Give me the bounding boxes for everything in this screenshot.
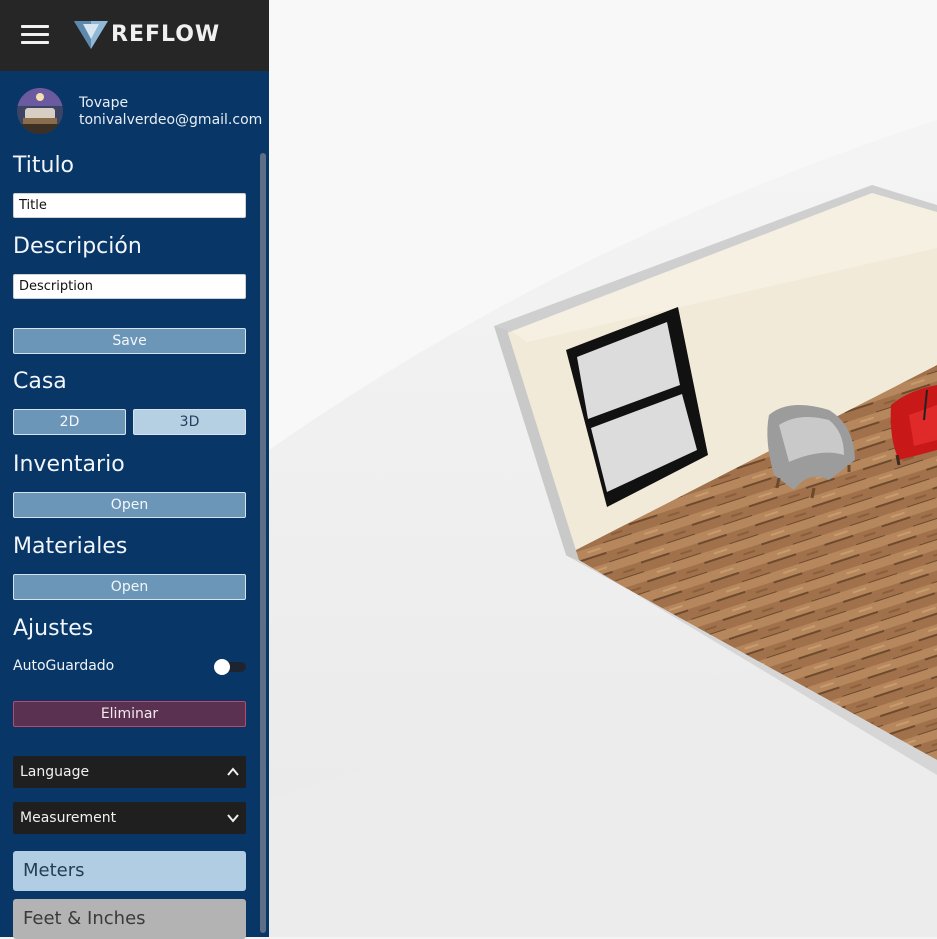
chevron-down-icon [227, 814, 239, 823]
autosave-toggle[interactable] [214, 659, 246, 675]
autosave-label: AutoGuardado [13, 658, 115, 674]
save-button[interactable]: Save [13, 328, 246, 354]
reflow-logo-icon [74, 21, 108, 49]
measurement-option-meters[interactable]: Meters [13, 851, 246, 891]
title-input[interactable]: Title [13, 193, 246, 218]
chevron-up-icon [227, 767, 239, 776]
materiales-open-button[interactable]: Open [13, 574, 246, 600]
ajustes-heading: Ajustes [13, 616, 94, 641]
inventario-heading: Inventario [13, 452, 125, 477]
top-bar: REFLOW [0, 0, 269, 71]
avatar[interactable] [17, 88, 63, 134]
user-email: tonivalverdeo@gmail.com [79, 112, 263, 128]
language-select[interactable]: Language [13, 756, 246, 788]
hamburger-menu-icon[interactable] [21, 25, 49, 45]
measurement-option-feet-inches[interactable]: Feet & Inches [13, 899, 246, 939]
view-3d-button[interactable]: 3D [133, 409, 246, 435]
measurement-select[interactable]: Measurement [13, 802, 246, 834]
sidebar-scrollbar[interactable] [260, 153, 266, 933]
view-2d-button[interactable]: 2D [13, 409, 126, 435]
title-heading: Titulo [13, 153, 75, 178]
casa-heading: Casa [13, 369, 67, 394]
materiales-heading: Materiales [13, 534, 128, 559]
description-input[interactable]: Description [13, 274, 246, 299]
measurement-label: Measurement [20, 810, 117, 826]
description-heading: Descripción [13, 234, 142, 259]
language-label: Language [20, 764, 90, 780]
inventario-open-button[interactable]: Open [13, 492, 246, 518]
3d-viewport[interactable] [269, 0, 937, 937]
app-logo-text: REFLOW [111, 22, 221, 47]
user-name: Tovape [79, 95, 129, 111]
delete-button[interactable]: Eliminar [13, 701, 246, 727]
